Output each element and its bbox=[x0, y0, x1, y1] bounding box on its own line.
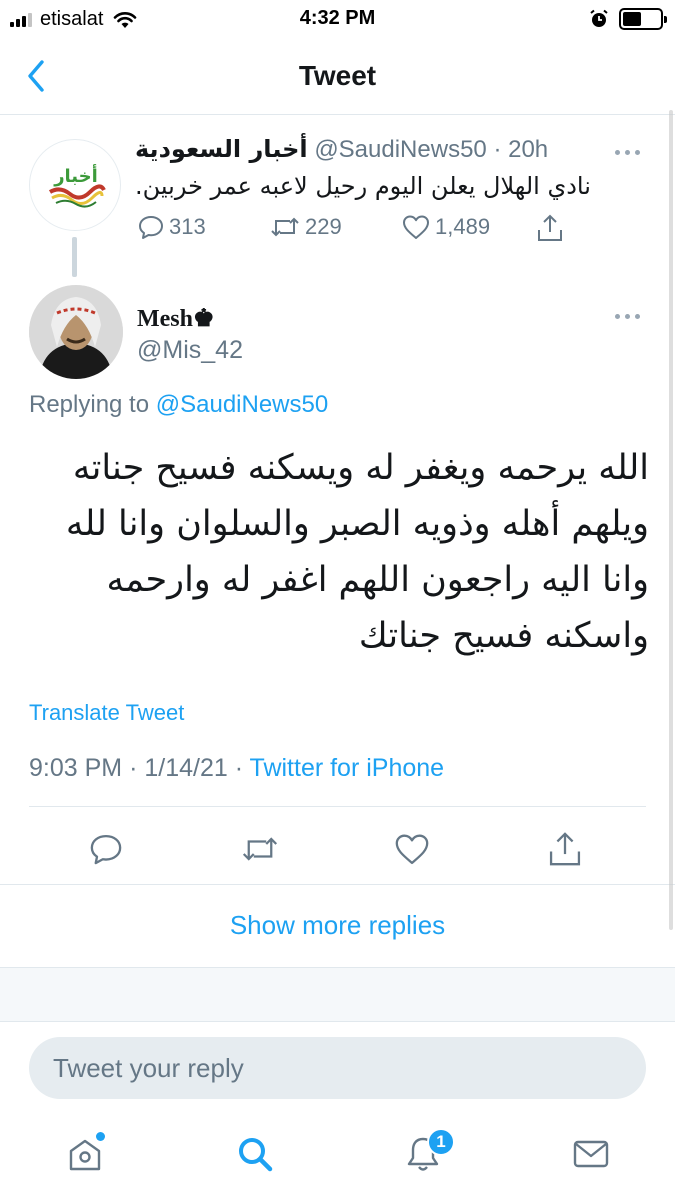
heart-icon bbox=[395, 834, 429, 865]
dot-icon bbox=[624, 313, 630, 319]
tweet-source-link[interactable]: Twitter for iPhone bbox=[250, 754, 445, 782]
parent-display-name[interactable]: أخبار السعودية bbox=[135, 135, 308, 163]
avatar-photo-icon bbox=[29, 285, 123, 379]
separator-dot: · bbox=[234, 754, 244, 782]
scrollbar[interactable] bbox=[669, 110, 673, 930]
mail-icon bbox=[573, 1140, 609, 1168]
dot-icon bbox=[624, 149, 630, 155]
battery-icon bbox=[619, 8, 667, 30]
share-icon bbox=[549, 832, 581, 866]
reply-button[interactable] bbox=[82, 825, 130, 873]
reply-compose-input[interactable] bbox=[29, 1037, 646, 1099]
search-icon bbox=[239, 1138, 273, 1172]
avatar-logo-text: أخبار bbox=[53, 164, 98, 187]
tab-home[interactable] bbox=[61, 1130, 109, 1178]
nav-bar: Tweet bbox=[0, 40, 675, 115]
home-new-dot bbox=[96, 1132, 105, 1141]
parent-time-ago: 20h bbox=[508, 136, 549, 163]
dot-icon bbox=[614, 313, 620, 319]
parent-reply-button[interactable]: 313 bbox=[137, 213, 206, 241]
reply-avatar[interactable] bbox=[29, 285, 123, 379]
divider bbox=[29, 806, 646, 807]
page-title: Tweet bbox=[298, 60, 377, 91]
tab-notifications[interactable]: 1 bbox=[399, 1128, 455, 1178]
comment-icon bbox=[139, 216, 163, 239]
heart-icon bbox=[403, 215, 429, 239]
news-logo-icon: أخبار bbox=[48, 164, 106, 208]
tweet-time: 9:03 PM bbox=[29, 754, 123, 782]
parent-tweet-header: أخبار السعودية @SaudiNews50 · 20h bbox=[135, 135, 575, 164]
dot-icon bbox=[614, 149, 620, 155]
replying-prefix: Replying to bbox=[29, 391, 150, 418]
parent-avatar[interactable]: أخبار bbox=[29, 139, 121, 231]
reply-display-name[interactable]: Mesh♚ bbox=[137, 304, 215, 333]
parent-share-button[interactable] bbox=[535, 213, 565, 243]
tab-bar: 1 bbox=[0, 1110, 675, 1200]
tweet-date: 1/14/21 bbox=[144, 754, 228, 782]
retweet-icon bbox=[271, 217, 299, 237]
separator-dot: · bbox=[493, 136, 502, 163]
tab-search[interactable] bbox=[231, 1130, 279, 1178]
parent-like-button[interactable]: 1,489 bbox=[401, 213, 490, 241]
parent-tweet-text: نادي الهلال يعلن اليوم رحيل لاعبه عمر خر… bbox=[135, 172, 591, 200]
parent-retweet-button[interactable]: 229 bbox=[269, 213, 342, 241]
alarm-icon bbox=[590, 9, 608, 27]
reply-actions bbox=[0, 825, 675, 873]
parent-like-count: 1,489 bbox=[435, 214, 491, 239]
thread-connector bbox=[72, 237, 77, 277]
tweet-meta: 9:03 PM · 1/14/21 · Twitter for iPhone bbox=[29, 754, 444, 783]
like-button[interactable] bbox=[388, 825, 436, 873]
replying-to: Replying to @SaudiNews50 bbox=[29, 391, 328, 419]
retweet-button[interactable] bbox=[236, 825, 284, 873]
replying-mention-link[interactable]: @SaudiNews50 bbox=[156, 391, 328, 418]
divider bbox=[0, 884, 675, 885]
translate-tweet-link[interactable]: Translate Tweet bbox=[29, 700, 184, 726]
parent-handle[interactable]: @SaudiNews50 bbox=[314, 136, 486, 163]
parent-actions: 313 229 1,489 bbox=[135, 213, 575, 253]
comment-icon bbox=[90, 834, 122, 865]
notifications-badge: 1 bbox=[427, 1128, 455, 1156]
separator-dot: · bbox=[129, 754, 138, 782]
tab-messages[interactable] bbox=[567, 1130, 615, 1178]
status-time: 4:32 PM bbox=[299, 7, 376, 29]
section-separator bbox=[0, 967, 675, 1022]
share-button[interactable] bbox=[541, 825, 589, 873]
reply-handle[interactable]: @Mis_42 bbox=[137, 336, 243, 365]
parent-more-button[interactable] bbox=[610, 144, 644, 160]
dot-icon bbox=[634, 149, 640, 155]
reply-tweet-text: الله يرحمه ويغفر له ويسكنه فسيح جناته وي… bbox=[65, 448, 649, 656]
retweet-icon bbox=[242, 837, 278, 861]
status-right bbox=[589, 8, 667, 30]
parent-retweet-count: 229 bbox=[305, 214, 342, 239]
share-icon bbox=[538, 214, 562, 241]
reply-more-button[interactable] bbox=[610, 308, 644, 324]
status-bar: etisalat 4:32 PM bbox=[0, 0, 675, 40]
dot-icon bbox=[634, 313, 640, 319]
show-more-replies-button[interactable]: Show more replies bbox=[0, 910, 675, 941]
parent-reply-count: 313 bbox=[169, 214, 206, 239]
